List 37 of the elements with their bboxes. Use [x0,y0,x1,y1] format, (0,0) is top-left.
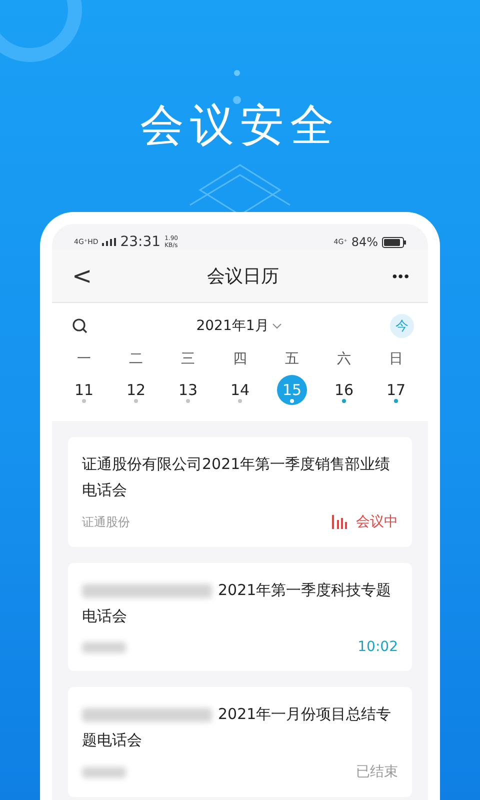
blurred-text [82,766,126,778]
signal-icon [102,238,116,246]
company-name: 证通股份 [82,514,130,530]
date-button[interactable]: 16 [329,375,359,405]
meeting-card[interactable]: 证通股份有限公司2021年第一季度销售部业绩电话会 证通股份 会议中 [68,437,412,547]
meeting-card[interactable]: 2021年第一季度科技专题电话会 10:02 [68,563,412,671]
weekday-label: 三 [180,350,196,369]
page-title: 会议日历 [206,265,280,288]
chevron-down-icon [272,323,282,329]
battery-level: 84% [351,235,378,249]
weekday-label: 五 [284,350,300,369]
meeting-title: 2021年第一季度科技专题电话会 [82,580,392,627]
battery-icon [382,236,406,248]
date-button[interactable]: 17 [381,375,411,405]
date-button[interactable]: 13 [173,375,203,405]
date-button[interactable]: 11 [69,375,99,405]
live-bars-icon [332,515,348,529]
meeting-title: 2021年一月份项目总结专题电话会 [82,704,392,751]
clock: 23:31 [120,234,161,250]
headline: 会议安全 [139,99,341,153]
meeting-status: 已结束 [356,763,398,781]
back-button[interactable]: < [66,262,98,290]
weekday-label: 日 [388,350,404,369]
weekday-label: 六 [336,350,352,369]
meeting-status: 10:02 [358,639,398,655]
date-button[interactable]: 12 [121,375,151,405]
blurred-text [82,642,126,652]
meeting-status: 会议中 [356,513,398,531]
search-icon[interactable] [72,318,88,334]
month-selector[interactable]: 2021年1月 [196,317,282,335]
meeting-title: 证通股份有限公司2021年第一季度销售部业绩电话会 [82,454,392,501]
weekday-label: 一 [76,350,92,369]
weekday-label: 二 [128,350,144,369]
more-button[interactable]: ••• [388,268,414,284]
weekday-label: 四 [232,350,248,369]
date-button[interactable]: 14 [225,375,255,405]
meeting-card[interactable]: 2021年一月份项目总结专题电话会 已结束 [68,687,412,797]
